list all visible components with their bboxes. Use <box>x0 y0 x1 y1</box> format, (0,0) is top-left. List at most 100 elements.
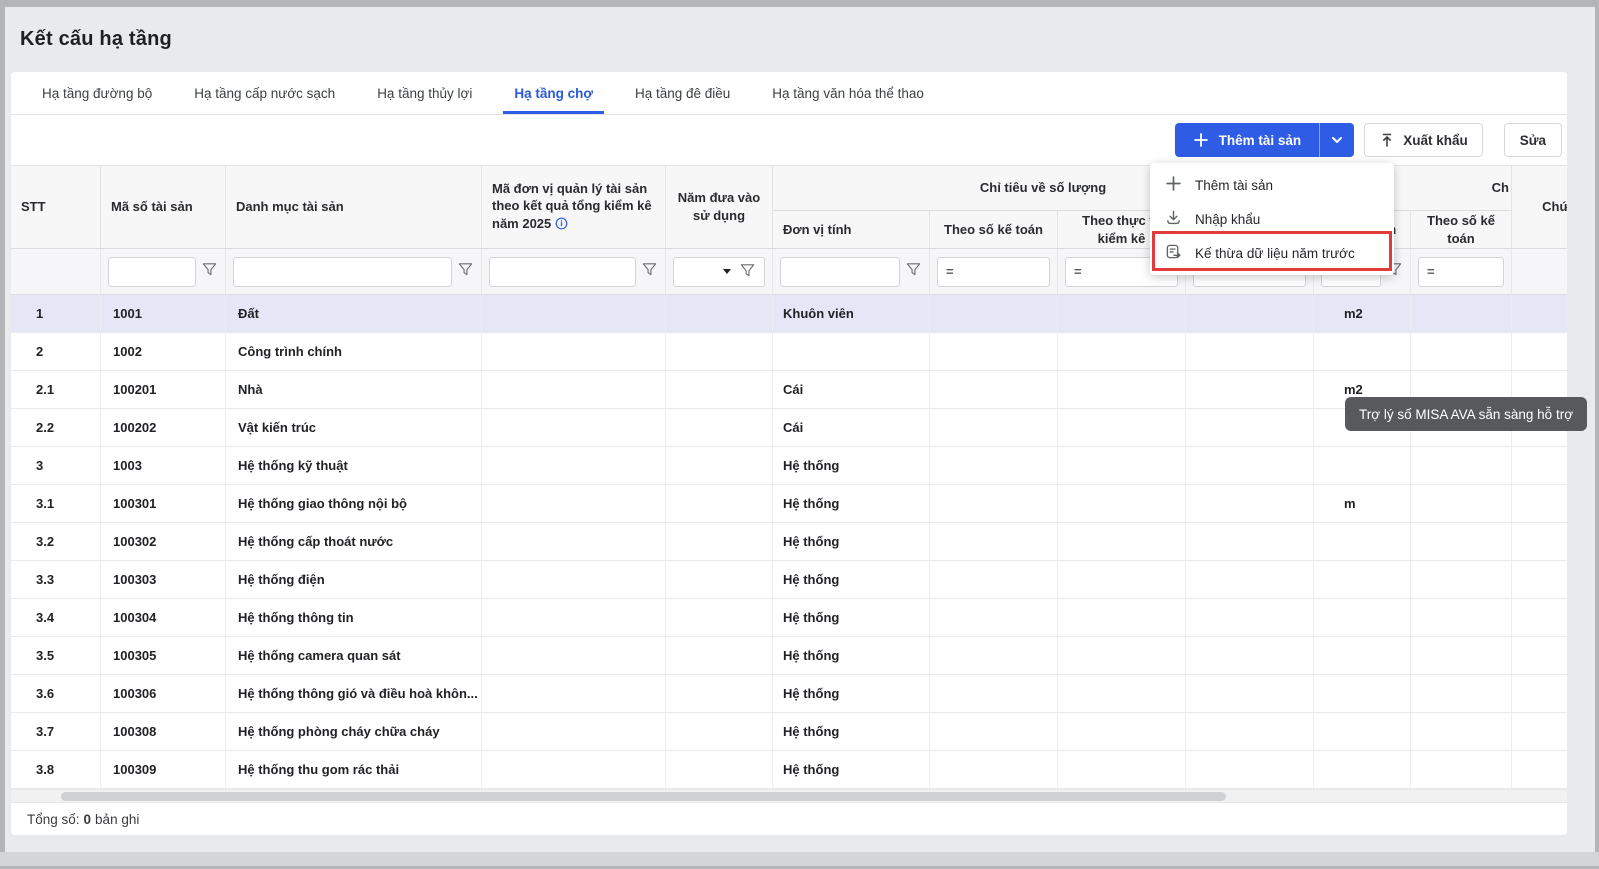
cell-per-accounting <box>930 523 1058 560</box>
tab-5[interactable]: Hạ tầng đê điều <box>614 72 751 114</box>
edit-button[interactable]: Sửa <box>1504 123 1562 157</box>
table-row[interactable]: 3.1100301Hệ thống giao thông nội bộHệ th… <box>11 485 1567 523</box>
table-row[interactable]: 3.6100306Hệ thống thông gió và điều hoà … <box>11 675 1567 713</box>
table-row[interactable]: 3.3100303Hệ thống điệnHệ thống <box>11 561 1567 599</box>
cell-unit: Hệ thống <box>773 713 930 750</box>
table-row[interactable]: 3.4100304Hệ thống thông tinHệ thống <box>11 599 1567 637</box>
filter-cell-6[interactable] <box>773 249 930 294</box>
page-title: Kết cấu hạ tầng <box>11 28 172 51</box>
cell-managing-unit-code <box>482 409 666 446</box>
table-row[interactable]: 21002Công trình chính <box>11 333 1567 371</box>
table-row[interactable]: 11001ĐấtKhuôn viênm2 <box>11 295 1567 333</box>
cell-per-inventory <box>1058 751 1186 788</box>
cell-per-accounting-2 <box>1411 447 1512 484</box>
cell-managing-unit-code <box>482 751 666 788</box>
export-button[interactable]: Xuất khẩu <box>1364 123 1483 157</box>
cell-actions <box>1512 485 1567 522</box>
filter-cell-7[interactable]: = <box>930 249 1058 294</box>
filter-input[interactable] <box>108 257 196 287</box>
filter-input-equals[interactable]: = <box>937 257 1050 287</box>
cell-asset-category: Nhà <box>226 371 482 408</box>
cell-actions <box>1512 637 1567 674</box>
table-row[interactable]: 3.5100305Hệ thống camera quan sátHệ thốn… <box>11 637 1567 675</box>
export-label: Xuất khẩu <box>1403 133 1468 148</box>
menu-item-1[interactable]: Thêm tài sản <box>1150 168 1394 202</box>
add-asset-dropdown-menu: Thêm tài sảnNhập khẩuKế thừa dữ liệu năm… <box>1150 163 1394 275</box>
filter-cell-11[interactable]: = <box>1411 249 1512 294</box>
filter-input[interactable] <box>233 257 452 287</box>
horizontal-scrollbar[interactable] <box>11 789 1567 802</box>
menu-item-2[interactable]: Nhập khẩu <box>1150 202 1394 236</box>
cell-asset-code: 100303 <box>101 561 226 598</box>
info-icon[interactable] <box>555 218 568 233</box>
filter-cell-3[interactable] <box>226 249 482 294</box>
cell-unit: Cái <box>773 409 930 446</box>
filter-funnel-icon[interactable] <box>457 261 474 283</box>
cell-actions <box>1512 599 1567 636</box>
cell-stt: 3.2 <box>11 523 101 560</box>
cell-actions <box>1512 333 1567 370</box>
filter-input[interactable] <box>780 257 900 287</box>
cell-hidden <box>1186 675 1314 712</box>
cell-per-accounting <box>930 371 1058 408</box>
cell-unit-2 <box>1314 637 1411 674</box>
cell-unit: Hệ thống <box>773 751 930 788</box>
tab-2[interactable]: Hạ tầng cấp nước sạch <box>173 72 356 114</box>
filter-year-select[interactable] <box>673 257 765 287</box>
inherit-data-icon <box>1165 243 1182 263</box>
scrollbar-thumb[interactable] <box>61 792 1226 801</box>
cell-unit-2 <box>1314 523 1411 560</box>
caret-down-icon <box>723 269 731 274</box>
filter-funnel-icon[interactable] <box>641 261 658 283</box>
cell-year-in-use <box>666 485 773 522</box>
cell-stt: 2.1 <box>11 371 101 408</box>
cell-asset-category: Hệ thống điện <box>226 561 482 598</box>
cell-stt: 2.2 <box>11 409 101 446</box>
cell-year-in-use <box>666 371 773 408</box>
cell-managing-unit-code <box>482 637 666 674</box>
cell-stt: 3.8 <box>11 751 101 788</box>
add-asset-button[interactable]: Thêm tài sản <box>1175 123 1320 157</box>
cell-hidden <box>1186 713 1314 750</box>
cell-unit-2 <box>1314 599 1411 636</box>
filter-funnel-icon[interactable] <box>905 261 922 283</box>
page-header: Kết cấu hạ tầng <box>11 7 172 72</box>
cell-per-inventory <box>1058 485 1186 522</box>
table-row[interactable]: 3.7100308Hệ thống phòng cháy chữa cháyHệ… <box>11 713 1567 751</box>
filter-funnel-icon[interactable] <box>739 262 756 282</box>
cell-stt: 3.6 <box>11 675 101 712</box>
cell-per-inventory <box>1058 409 1186 446</box>
table-row[interactable]: 31003Hệ thống kỹ thuậtHệ thống <box>11 447 1567 485</box>
cell-asset-category: Hệ thống thu gom rác thải <box>226 751 482 788</box>
col-header-asset-code: Mã số tài sản <box>101 166 226 249</box>
add-asset-dropdown-toggle[interactable] <box>1319 123 1354 157</box>
filter-input-equals[interactable]: = <box>1418 257 1504 287</box>
table-row[interactable]: 2.2100202Vật kiến trúcCái <box>11 409 1567 447</box>
cell-unit: Hệ thống <box>773 675 930 712</box>
cell-asset-code: 100201 <box>101 371 226 408</box>
total-unit: bản ghi <box>95 812 139 827</box>
cell-asset-category: Hệ thống thông tin <box>226 599 482 636</box>
cell-year-in-use <box>666 751 773 788</box>
filter-cell-2[interactable] <box>101 249 226 294</box>
filter-funnel-icon[interactable] <box>201 261 218 283</box>
tab-1[interactable]: Hạ tầng đường bộ <box>21 72 173 114</box>
cell-unit-2 <box>1314 675 1411 712</box>
tab-4[interactable]: Hạ tầng chợ <box>493 72 614 114</box>
cell-stt: 3.5 <box>11 637 101 674</box>
filter-cell-5[interactable] <box>666 249 773 294</box>
import-icon <box>1165 209 1182 229</box>
filter-input[interactable] <box>489 257 636 287</box>
table-row[interactable]: 3.8100309Hệ thống thu gom rác thảiHệ thố… <box>11 751 1567 789</box>
table-row[interactable]: 3.2100302Hệ thống cấp thoát nướcHệ thống <box>11 523 1567 561</box>
cell-per-inventory <box>1058 447 1186 484</box>
filter-cell-4[interactable] <box>482 249 666 294</box>
cell-per-accounting <box>930 561 1058 598</box>
cell-unit-2 <box>1314 751 1411 788</box>
tab-6[interactable]: Hạ tầng văn hóa thể thao <box>751 72 945 114</box>
menu-item-3[interactable]: Kế thừa dữ liệu năm trước <box>1150 236 1394 270</box>
table-footer: Tổng số: 0 bản ghi <box>11 802 1567 835</box>
tab-3[interactable]: Hạ tầng thủy lợi <box>356 72 493 114</box>
table-row[interactable]: 2.1100201NhàCáim2 <box>11 371 1567 409</box>
cell-hidden <box>1186 295 1314 332</box>
